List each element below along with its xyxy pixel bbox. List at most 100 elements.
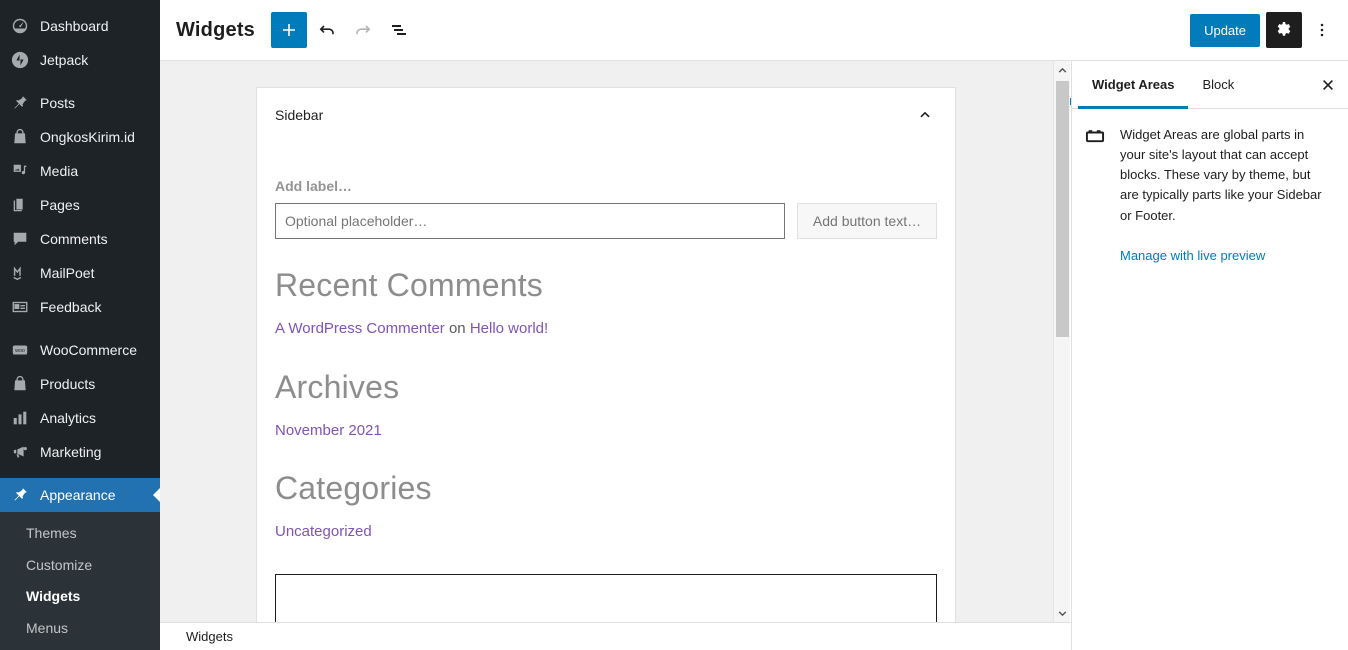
widget-area-body: Add label… Add button text… Recent Comme…	[257, 178, 955, 622]
category-link[interactable]: Uncategorized	[275, 523, 372, 540]
widget-area-sidebar: Sidebar Add label… Add button text… Rece…	[256, 87, 956, 622]
sidebar-item-label: Analytics	[40, 410, 97, 426]
jetpack-icon	[10, 50, 30, 70]
redo-icon	[356, 25, 371, 35]
sidebar-item-mailpoet[interactable]: MailPoet	[0, 256, 160, 290]
chevron-up-icon	[920, 111, 930, 118]
sidebar-item-label: Appearance	[40, 487, 116, 503]
admin-sidebar-menu: Dashboard Jetpack Posts OngkosKirim.id M…	[0, 0, 160, 650]
sidebar-item-dashboard[interactable]: Dashboard	[0, 9, 160, 43]
dashboard-icon	[10, 16, 30, 36]
menu-group-main: Dashboard Jetpack	[0, 9, 160, 77]
comment-post-link[interactable]: Hello world!	[470, 320, 548, 337]
appearance-submenu: Themes Customize Widgets Menus	[0, 512, 160, 650]
archive-month-link[interactable]: November 2021	[275, 422, 382, 439]
update-button[interactable]: Update	[1190, 13, 1260, 47]
scrollbar-up-button[interactable]	[1054, 61, 1070, 79]
search-submit-button[interactable]: Add button text…	[797, 203, 937, 239]
search-block: Add label… Add button text…	[275, 178, 937, 239]
mailpoet-icon	[10, 263, 30, 283]
widget-areas-help-text: Widget Areas are global parts in your si…	[1120, 127, 1322, 223]
chevron-down-icon	[1058, 610, 1066, 616]
selected-empty-block[interactable]	[275, 573, 937, 622]
editor-toolbar: Widgets Update	[160, 0, 1348, 61]
search-block-row: Add button text…	[275, 203, 937, 239]
archives-block[interactable]: Archives November 2021	[275, 367, 937, 443]
chevron-up-icon	[1058, 67, 1066, 73]
sidebar-item-label: Comments	[40, 231, 108, 247]
list-view-button[interactable]	[381, 12, 417, 48]
page-title: Widgets	[176, 18, 255, 41]
sidebar-item-feedback[interactable]: Feedback	[0, 290, 160, 324]
sidebar-item-label: Jetpack	[40, 52, 89, 68]
sidebar-item-appearance[interactable]: Appearance	[0, 478, 160, 512]
menu-separator	[0, 324, 160, 333]
recent-comments-block[interactable]: Recent Comments A WordPress Commenter on…	[275, 265, 937, 341]
widget-area-icon	[1084, 125, 1108, 226]
categories-block[interactable]: Categories Uncategorized	[275, 468, 937, 544]
scrollbar-down-button[interactable]	[1054, 604, 1070, 622]
widget-area-header: Sidebar	[257, 88, 955, 142]
widgets-editor-screen: Dashboard Jetpack Posts OngkosKirim.id M…	[0, 0, 1348, 650]
sidebar-item-label: OngkosKirim.id	[40, 129, 135, 145]
widget-area-collapse-button[interactable]	[911, 101, 939, 129]
editor-canvas: Sidebar Add label… Add button text… Rece…	[160, 61, 1070, 622]
sidebar-item-label: Posts	[40, 95, 76, 111]
comment-author-link[interactable]: A WordPress Commenter	[275, 320, 445, 337]
sidebar-item-jetpack[interactable]: Jetpack	[0, 43, 160, 77]
submenu-item-customize[interactable]: Customize	[0, 550, 160, 582]
menu-group-commerce: woo WooCommerce Products Analytics Marke…	[0, 333, 160, 469]
canvas-scrollbar[interactable]	[1053, 61, 1070, 622]
tab-widget-areas[interactable]: Widget Areas	[1078, 61, 1189, 109]
products-icon	[10, 374, 30, 394]
tab-block[interactable]: Block	[1188, 61, 1248, 108]
block-heading: Recent Comments	[275, 267, 543, 303]
undo-icon	[319, 25, 334, 35]
widget-area-title: Sidebar	[275, 107, 324, 123]
submenu-item-widgets[interactable]: Widgets	[0, 581, 160, 613]
menu-group-appearance: Appearance	[0, 478, 160, 512]
pages-icon	[10, 195, 30, 215]
menu-separator	[0, 77, 160, 86]
recent-comments-item: A WordPress Commenter on Hello world!	[275, 318, 937, 341]
manage-live-preview-link[interactable]: Manage with live preview	[1120, 248, 1265, 263]
more-vertical-icon	[1320, 23, 1324, 37]
sidebar-item-label: Feedback	[40, 299, 102, 315]
sidebar-item-analytics[interactable]: Analytics	[0, 401, 160, 435]
undo-button[interactable]	[309, 12, 345, 48]
submenu-item-themes[interactable]: Themes	[0, 518, 160, 550]
sidebar-item-products[interactable]: Products	[0, 367, 160, 401]
list-view-icon	[392, 25, 406, 35]
sidebar-item-marketing[interactable]: Marketing	[0, 435, 160, 469]
settings-sidebar: Widget Areas Block Widget Areas are glob…	[1071, 61, 1348, 650]
woocommerce-icon: woo	[10, 340, 30, 360]
menu-group-content: Posts OngkosKirim.id Media Pages Comment…	[0, 86, 160, 324]
sidebar-item-label: Media	[40, 163, 79, 179]
comment-icon	[10, 229, 30, 249]
add-block-button[interactable]	[271, 12, 307, 48]
search-block-label[interactable]: Add label…	[275, 178, 937, 194]
settings-panel-body: Widget Areas are global parts in your si…	[1072, 109, 1348, 265]
submenu-item-menus[interactable]: Menus	[0, 613, 160, 645]
sidebar-item-woocommerce[interactable]: woo WooCommerce	[0, 333, 160, 367]
media-icon	[10, 161, 30, 181]
redo-button[interactable]	[345, 12, 381, 48]
sidebar-item-posts[interactable]: Posts	[0, 86, 160, 120]
sidebar-item-label: Dashboard	[40, 18, 109, 34]
bag-icon	[10, 127, 30, 147]
sidebar-item-pages[interactable]: Pages	[0, 188, 160, 222]
menu-spacer	[0, 0, 160, 9]
sidebar-item-label: MailPoet	[40, 265, 95, 281]
block-heading: Archives	[275, 368, 400, 405]
sidebar-item-ongkoskirim[interactable]: OngkosKirim.id	[0, 120, 160, 154]
sidebar-item-label: WooCommerce	[40, 342, 137, 358]
comment-on-text: on	[444, 320, 470, 337]
search-input[interactable]	[275, 203, 785, 239]
settings-button[interactable]	[1266, 12, 1302, 48]
feedback-icon	[10, 297, 30, 317]
sidebar-item-media[interactable]: Media	[0, 154, 160, 188]
scrollbar-thumb[interactable]	[1056, 81, 1069, 337]
more-options-button[interactable]	[1308, 12, 1336, 48]
sidebar-item-comments[interactable]: Comments	[0, 222, 160, 256]
close-sidebar-button[interactable]	[1308, 61, 1348, 108]
